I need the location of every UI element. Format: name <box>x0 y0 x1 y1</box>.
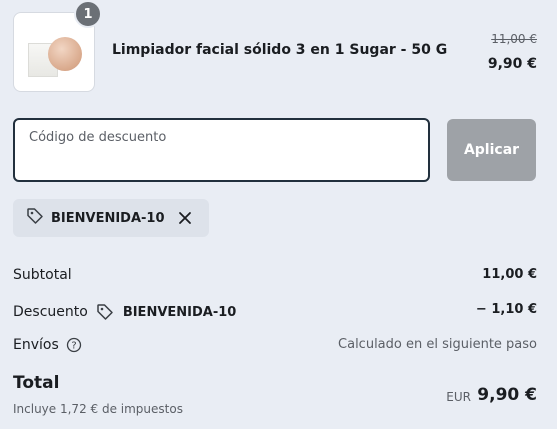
product-title: Limpiador facial sólido 3 en 1 Sugar - 5… <box>112 42 448 58</box>
discount-row: Descuento BIENVENIDA-10 − 1,10 € <box>13 302 537 322</box>
svg-text:?: ? <box>71 341 76 352</box>
product-soap-image <box>48 37 82 71</box>
shipping-label: Envíos <box>13 337 59 353</box>
close-icon[interactable] <box>175 208 195 228</box>
shipping-row: Envíos ? Calculado en el siguiente paso <box>13 337 537 353</box>
applied-code-chip: BIENVENIDA-10 <box>13 199 209 237</box>
tag-icon <box>95 302 115 322</box>
discount-code-input[interactable] <box>15 120 428 180</box>
discount-value: − 1,10 € <box>475 302 537 317</box>
help-icon[interactable]: ? <box>66 337 82 353</box>
subtotal-row: Subtotal 11,00 € <box>13 267 537 283</box>
discount-label: Descuento <box>13 304 88 320</box>
shipping-value: Calculado en el siguiente paso <box>338 337 537 352</box>
discount-code-field[interactable] <box>13 118 430 182</box>
apply-discount-button[interactable]: Aplicar <box>447 119 536 181</box>
price-original: 11,00 € <box>491 32 537 46</box>
quantity-badge: 1 <box>74 0 102 28</box>
tax-note: Incluye 1,72 € de impuestos <box>13 402 183 416</box>
discount-code-label: BIENVENIDA-10 <box>122 304 237 320</box>
price-current: 9,90 € <box>487 56 537 72</box>
currency-code: EUR <box>446 390 471 404</box>
applied-code-label: BIENVENIDA-10 <box>51 210 165 226</box>
total-label: Total <box>13 373 60 393</box>
tag-icon <box>25 206 45 230</box>
subtotal-value: 11,00 € <box>482 267 537 282</box>
subtotal-label: Subtotal <box>13 267 72 283</box>
total-value: 9,90 € <box>477 385 537 405</box>
